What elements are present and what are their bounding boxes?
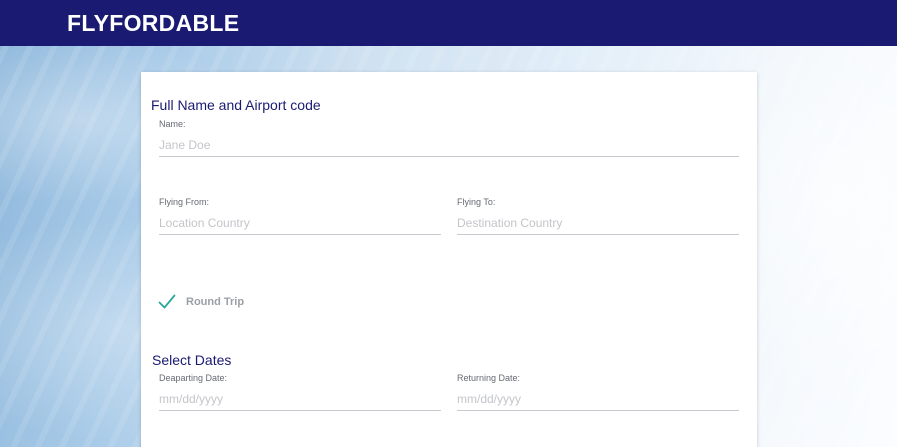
- name-label: Name:: [159, 119, 186, 129]
- section-title-dates: Select Dates: [152, 352, 232, 368]
- name-field: Name:: [159, 119, 739, 163]
- returning-date-label: Returning Date:: [457, 373, 521, 383]
- top-navbar: FLYFORDABLE: [0, 0, 897, 46]
- departing-date-input[interactable]: [159, 387, 441, 411]
- booking-form-card: Full Name and Airport code Name: Flying …: [141, 72, 757, 447]
- section-title-name: Full Name and Airport code: [151, 97, 321, 113]
- flying-to-input[interactable]: [457, 211, 739, 235]
- flying-to-field: Flying To:: [457, 197, 739, 241]
- returning-date-input[interactable]: [457, 387, 739, 411]
- flying-from-input[interactable]: [159, 211, 441, 235]
- brand-logo[interactable]: FLYFORDABLE: [67, 10, 239, 37]
- flying-from-field: Flying From:: [159, 197, 441, 241]
- flying-from-label: Flying From:: [159, 197, 210, 207]
- flying-to-label: Flying To:: [457, 197, 496, 207]
- check-icon: [158, 294, 176, 310]
- departing-date-label: Deaparting Date:: [159, 373, 228, 383]
- round-trip-checkbox[interactable]: Round Trip: [158, 294, 244, 310]
- returning-date-field: Returning Date:: [457, 373, 739, 417]
- name-input[interactable]: [159, 133, 739, 157]
- round-trip-label: Round Trip: [186, 296, 245, 308]
- departing-date-field: Deaparting Date:: [159, 373, 441, 417]
